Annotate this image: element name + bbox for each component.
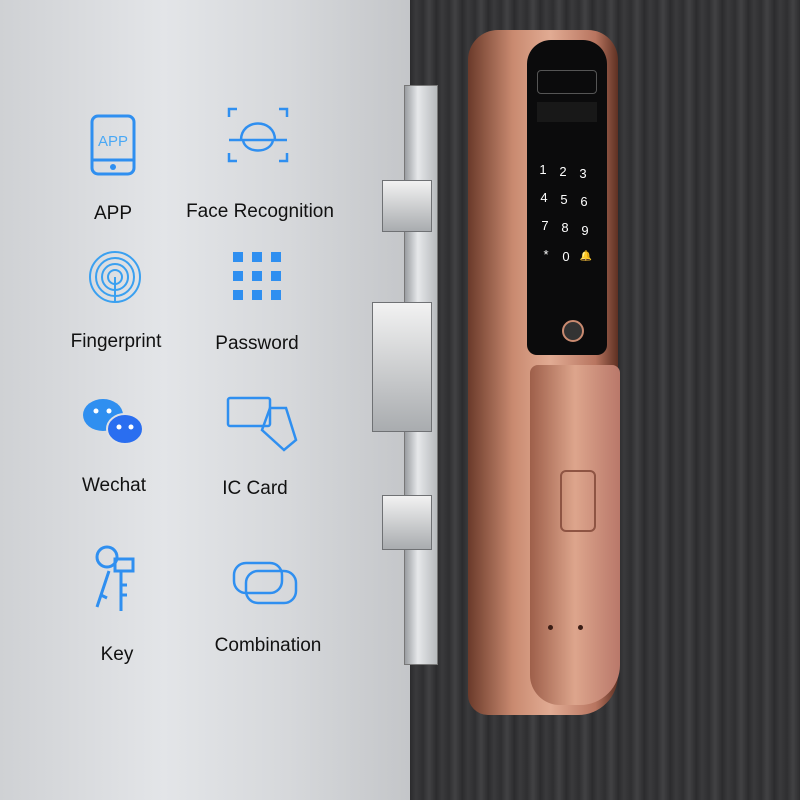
feature-label-combination: Combination <box>214 635 322 656</box>
doorbell-key[interactable]: 🔔 <box>576 251 596 262</box>
feature-label-ic-card: IC Card <box>222 478 288 499</box>
keypad-key[interactable]: 8 <box>555 220 575 235</box>
lock-handle[interactable] <box>530 365 620 705</box>
ic-card-icon <box>226 396 298 452</box>
keypad-key[interactable]: 7 <box>535 218 555 233</box>
keypad-key[interactable]: 3 <box>573 166 593 181</box>
keypad-key[interactable]: 1 <box>533 162 553 177</box>
feature-label-app: APP <box>93 203 133 224</box>
svg-text:APP: APP <box>98 133 128 150</box>
latch-bolt <box>382 180 432 232</box>
keypad-key[interactable]: 5 <box>554 192 574 207</box>
keypad-key[interactable]: 9 <box>575 223 595 238</box>
keypad-key[interactable]: 6 <box>574 194 594 209</box>
keypad-key[interactable]: * <box>536 247 556 262</box>
background-wall <box>0 0 410 800</box>
wechat-icon <box>83 399 144 445</box>
feature-label-fingerprint: Fingerprint <box>70 331 162 352</box>
screw-hole <box>548 625 553 630</box>
keypad-key[interactable]: 0 <box>556 249 576 264</box>
feature-label-password: Password <box>215 333 299 354</box>
fingerprint-icon <box>89 251 141 303</box>
keypad-key[interactable]: 2 <box>553 164 573 179</box>
app-phone-icon: APP <box>90 114 136 176</box>
dead-bolt <box>372 302 432 432</box>
keypad-key[interactable]: 4 <box>534 190 554 205</box>
face-recognition-icon <box>227 107 289 163</box>
camera-module <box>537 70 597 94</box>
keypad-grid-icon <box>233 252 281 300</box>
feature-label-face-recognition: Face Recognition <box>186 201 334 222</box>
feature-label-key: Key <box>100 644 134 665</box>
screw-hole <box>578 625 583 630</box>
fingerprint-sensor[interactable] <box>562 320 584 342</box>
key-icon <box>95 545 135 611</box>
handle-button[interactable] <box>560 470 596 532</box>
anti-bolt <box>382 495 432 550</box>
feature-label-wechat: Wechat <box>81 475 147 496</box>
combination-cards-icon <box>232 561 298 605</box>
status-screen <box>537 102 597 122</box>
